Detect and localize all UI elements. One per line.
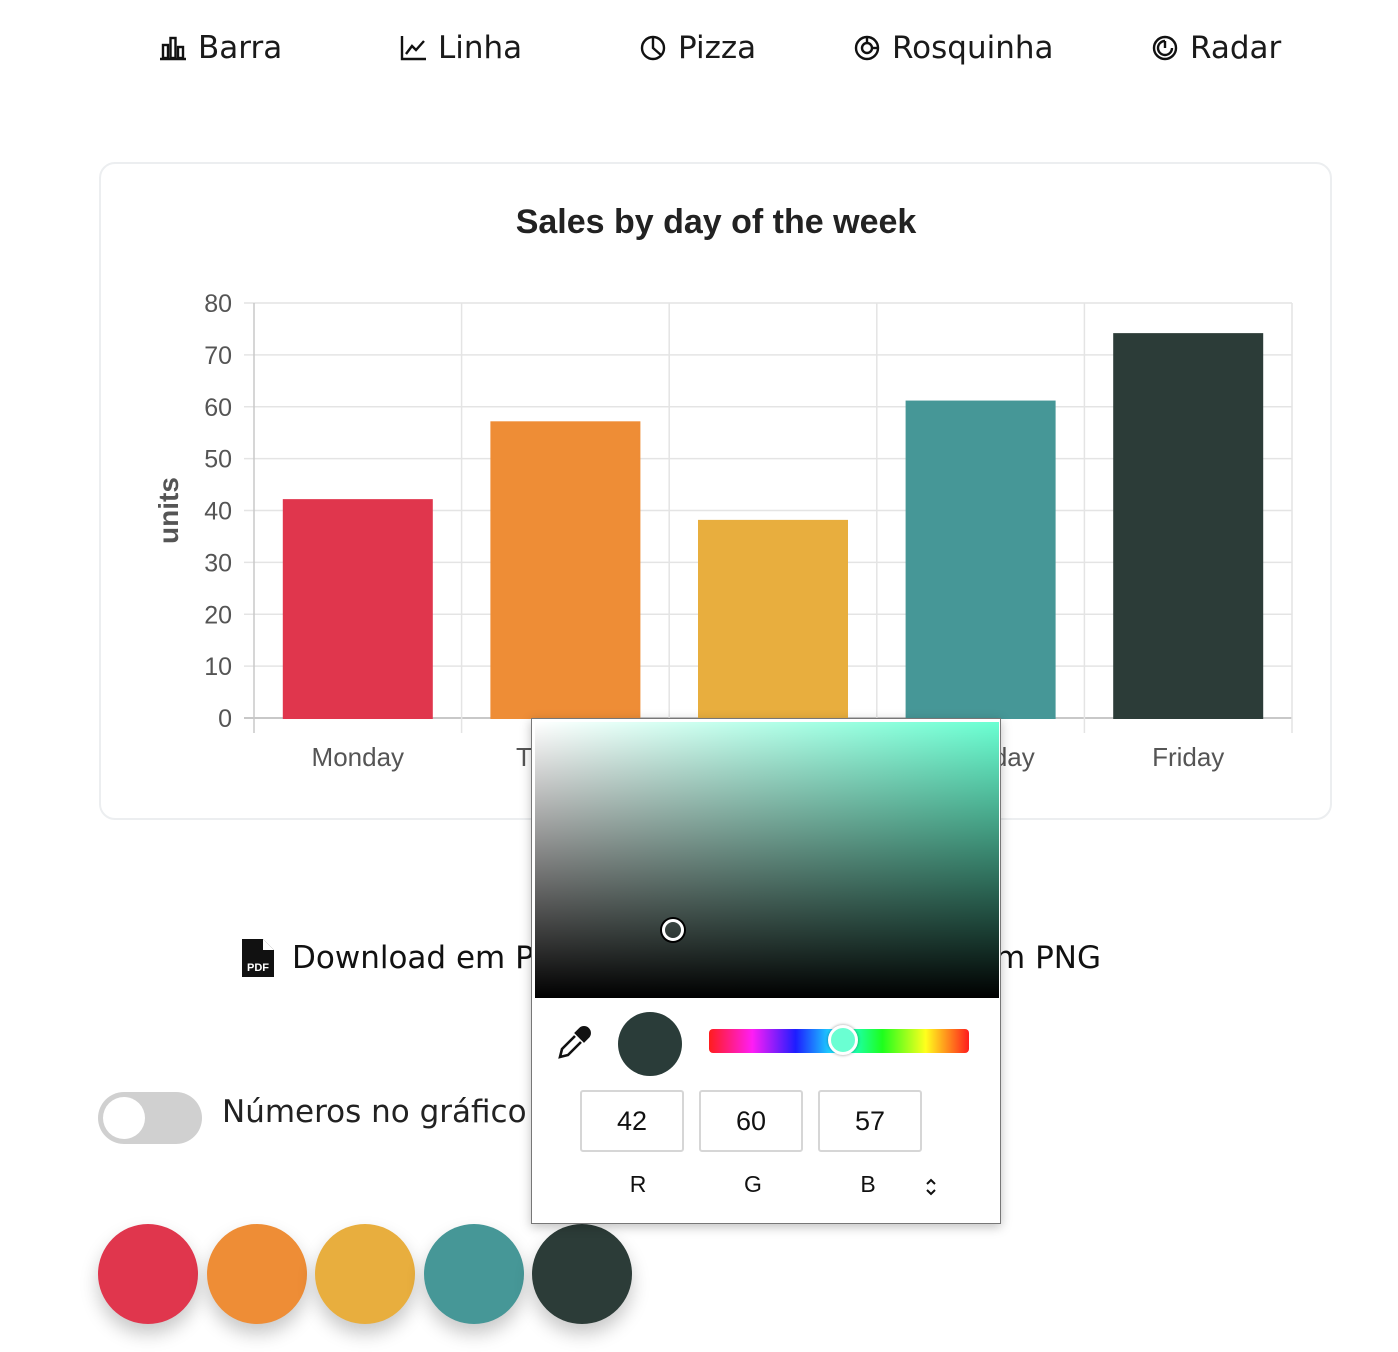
show-numbers-label: Números no gráfico <box>222 1094 527 1130</box>
eyedropper-icon[interactable] <box>556 1025 592 1061</box>
hue-slider-handle[interactable] <box>828 1025 858 1055</box>
y-tick-label: 50 <box>204 446 232 474</box>
y-tick-label: 10 <box>204 653 232 681</box>
y-tick-label: 40 <box>204 498 232 526</box>
svg-text:PDF: PDF <box>247 962 269 974</box>
chevron-up-down-icon[interactable] <box>918 1174 944 1200</box>
color-swatch[interactable] <box>315 1224 415 1324</box>
color-picker-popup: 42 60 57 R G B <box>531 718 1001 1224</box>
blue-label: B <box>860 1171 876 1197</box>
green-input[interactable]: 60 <box>699 1090 803 1152</box>
y-tick-label: 60 <box>204 394 232 422</box>
y-tick-label: 0 <box>218 705 232 733</box>
y-axis-label: units <box>153 477 184 544</box>
red-input[interactable]: 42 <box>580 1090 684 1152</box>
color-swatch[interactable] <box>98 1224 198 1324</box>
bar <box>698 519 848 719</box>
color-swatch[interactable] <box>532 1224 632 1324</box>
saturation-value-handle[interactable] <box>662 919 684 941</box>
bar <box>282 499 433 719</box>
bar-chart: 01020304050607080MondayTuesdayWednesdayT… <box>153 290 1293 772</box>
color-swatch[interactable] <box>424 1224 524 1324</box>
color-swatch[interactable] <box>207 1224 307 1324</box>
blue-input[interactable]: 57 <box>818 1090 922 1152</box>
pdf-file-icon: PDF <box>242 939 274 977</box>
y-tick-label: 80 <box>204 290 232 318</box>
y-tick-label: 20 <box>204 601 232 629</box>
bar <box>490 421 641 719</box>
bar <box>905 400 1056 719</box>
download-pdf-button[interactable]: PDF Download em PDF <box>240 934 575 982</box>
show-numbers-toggle[interactable] <box>98 1092 202 1144</box>
x-tick-label: Friday <box>1152 742 1224 772</box>
green-label: G <box>744 1171 762 1197</box>
y-tick-label: 70 <box>204 342 232 370</box>
x-tick-label: Monday <box>312 742 405 772</box>
toggle-knob <box>103 1097 145 1139</box>
red-label: R <box>629 1171 647 1197</box>
saturation-value-area[interactable] <box>535 722 999 998</box>
y-tick-label: 30 <box>204 549 232 577</box>
bar <box>1113 333 1264 719</box>
current-color-preview <box>618 1012 682 1076</box>
